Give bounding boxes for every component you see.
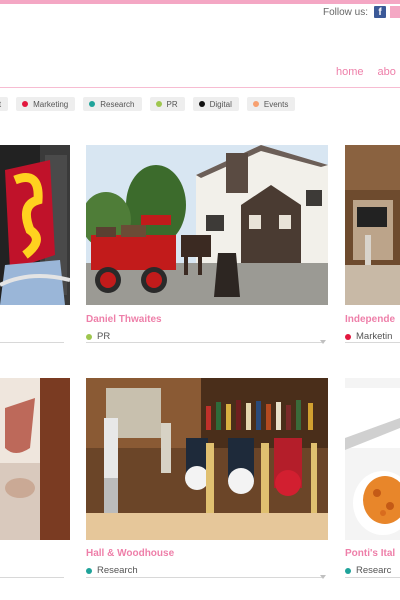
card-category: Marketin bbox=[345, 331, 392, 342]
card-title[interactable]: Independe bbox=[345, 314, 395, 325]
card-title[interactable]: Ponti's Ital bbox=[345, 548, 395, 559]
card-category: Research bbox=[86, 565, 138, 576]
card-underline bbox=[0, 342, 64, 343]
research-dot-icon bbox=[345, 567, 351, 574]
independent-image[interactable] bbox=[345, 145, 400, 305]
card-underline bbox=[345, 577, 400, 578]
follow-us-label: Follow us: bbox=[323, 6, 369, 18]
events-dot-icon bbox=[252, 101, 259, 107]
wine-image[interactable] bbox=[0, 378, 70, 540]
research-dot-icon bbox=[86, 567, 92, 574]
filter-chip-marketing[interactable]: Marketing bbox=[16, 97, 76, 111]
marketing-dot-icon bbox=[345, 333, 351, 340]
card-title[interactable]: Hall & Woodhouse bbox=[86, 548, 174, 559]
filter-label: Marketing bbox=[33, 99, 69, 109]
card-category-label: Marketin bbox=[356, 331, 393, 342]
card-title[interactable]: Daniel Thwaites bbox=[86, 314, 162, 325]
card-arrow-icon bbox=[320, 340, 326, 344]
pr-dot-icon bbox=[86, 333, 92, 340]
filter-chip-digital[interactable]: Digital bbox=[192, 97, 239, 111]
daniel-thwaites-image[interactable] bbox=[86, 145, 328, 305]
nav-home[interactable]: home bbox=[336, 66, 364, 78]
main-nav: home abo bbox=[336, 66, 396, 78]
research-dot-icon bbox=[89, 101, 96, 107]
card-category-label: Research bbox=[97, 565, 138, 576]
card-underline bbox=[86, 342, 322, 343]
card-underline bbox=[86, 577, 322, 578]
card-category-label: Researc bbox=[356, 565, 392, 576]
filter-chip-events-partial[interactable]: ent bbox=[0, 97, 9, 111]
marketing-dot-icon bbox=[22, 101, 29, 107]
filter-label: Events bbox=[263, 99, 289, 109]
filter-label: PR bbox=[166, 99, 178, 109]
filter-label: ent bbox=[0, 100, 1, 109]
filter-chip-events[interactable]: Events bbox=[246, 97, 296, 111]
facebook-icon[interactable]: f bbox=[374, 6, 386, 18]
card-category: Researc bbox=[345, 565, 391, 576]
filter-label: Research bbox=[100, 99, 135, 109]
top-accent-bar bbox=[0, 0, 400, 4]
follow-us: Follow us: f bbox=[323, 6, 400, 18]
nav-about[interactable]: abo bbox=[378, 66, 396, 78]
pr-dot-icon bbox=[155, 101, 162, 107]
card-category-label: PR bbox=[97, 331, 111, 342]
filter-label: Digital bbox=[209, 99, 232, 109]
neon-sign-image[interactable] bbox=[0, 145, 70, 305]
hall-woodhouse-image[interactable] bbox=[86, 378, 328, 540]
card-underline bbox=[0, 577, 64, 578]
filter-chip-research[interactable]: Research bbox=[83, 97, 142, 111]
header-divider bbox=[0, 87, 400, 88]
filter-chip-pr[interactable]: PR bbox=[149, 97, 185, 111]
digital-dot-icon bbox=[198, 101, 205, 107]
card-category: PR bbox=[86, 331, 110, 342]
pontis-image[interactable] bbox=[345, 378, 400, 540]
card-arrow-icon bbox=[320, 575, 326, 579]
social-icon[interactable] bbox=[390, 6, 400, 18]
category-filter-bar: ent Marketing Research PR Digital Events bbox=[0, 97, 296, 111]
card-underline bbox=[345, 342, 400, 343]
